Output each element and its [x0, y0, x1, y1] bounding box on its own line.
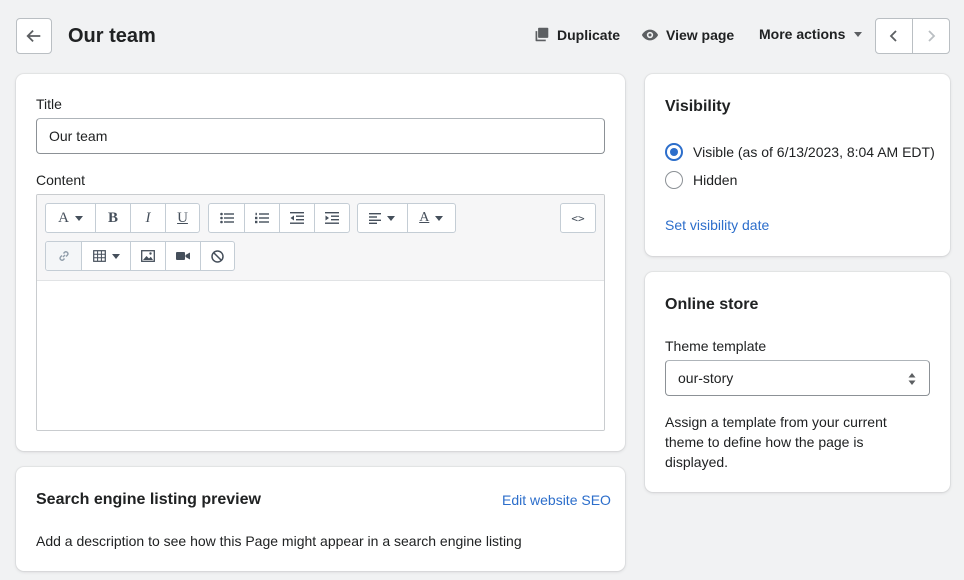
page-header: Our team Duplicate View page More action…: [0, 0, 964, 74]
video-icon: [176, 252, 190, 260]
outdent-button[interactable]: [279, 204, 314, 232]
editor-toolbar: A B I U A <>: [37, 195, 604, 281]
visibility-heading: Visibility: [665, 98, 731, 115]
theme-template-help: Assign a template from your current them…: [665, 414, 887, 470]
source-group: <>: [560, 203, 596, 233]
indent-icon: [325, 212, 339, 224]
title-label: Title: [36, 96, 62, 112]
hidden-radio[interactable]: [665, 171, 683, 189]
text-color-button[interactable]: A: [406, 204, 456, 232]
online-store-card: Online store Theme template our-story As…: [645, 272, 950, 492]
eye-icon: [641, 29, 659, 41]
page-content-card: Title Our team Content A B I U A <>: [16, 74, 625, 451]
rich-text-editor: A B I U A <>: [36, 194, 605, 431]
bold-glyph: B: [107, 209, 118, 226]
clear-formatting-button[interactable]: [200, 242, 234, 270]
caret-down-icon: [74, 215, 83, 221]
view-page-label: View page: [666, 27, 735, 43]
list-group: [208, 203, 350, 233]
outdent-icon: [290, 212, 304, 224]
video-button[interactable]: [165, 242, 200, 270]
table-button[interactable]: [81, 242, 130, 270]
seo-heading: Search engine listing preview: [36, 491, 261, 508]
html-source-button[interactable]: <>: [561, 204, 595, 232]
caret-down-icon: [111, 253, 120, 259]
table-icon: [92, 250, 106, 262]
duplicate-label: Duplicate: [557, 26, 621, 43]
align-button[interactable]: [358, 204, 407, 232]
numbered-list-icon: [255, 212, 269, 224]
seo-description: Add a description to see how this Page m…: [36, 533, 522, 549]
align-left-icon: [369, 213, 382, 224]
previous-page-button[interactable]: [876, 19, 912, 53]
next-page-button[interactable]: [912, 19, 949, 53]
more-actions-button[interactable]: More actions: [759, 26, 863, 42]
page-pagination: [875, 18, 950, 54]
text-style-group: A B I U: [45, 203, 200, 233]
chevron-left-icon: [889, 30, 897, 42]
italic-button[interactable]: I: [130, 204, 165, 232]
chevron-right-icon: [928, 30, 936, 42]
theme-template-value: our-story: [678, 370, 734, 386]
edit-seo-link[interactable]: Edit website SEO: [502, 492, 611, 508]
link-icon: [58, 251, 69, 261]
select-arrows-icon: [908, 373, 916, 385]
theme-template-label: Theme template: [665, 338, 767, 354]
image-button[interactable]: [130, 242, 165, 270]
caret-down-icon: [387, 215, 396, 221]
view-page-button[interactable]: View page: [641, 26, 734, 44]
caret-down-icon: [435, 215, 444, 221]
seo-card: Search engine listing preview Edit websi…: [16, 467, 625, 571]
page-title: Our team: [68, 25, 156, 47]
alignment-color-group: A: [357, 203, 456, 233]
visible-option[interactable]: Visible (as of 6/13/2023, 8:04 AM EDT): [665, 143, 935, 161]
editor-content-area[interactable]: [37, 281, 604, 430]
visible-option-label: Visible (as of 6/13/2023, 8:04 AM EDT): [693, 144, 935, 160]
content-label: Content: [36, 172, 86, 188]
bold-button[interactable]: B: [95, 204, 130, 232]
back-button[interactable]: [16, 18, 52, 54]
underline-glyph: U: [177, 209, 188, 226]
duplicate-icon: [535, 27, 549, 42]
image-icon: [141, 250, 155, 262]
set-visibility-date-link[interactable]: Set visibility date: [665, 217, 769, 233]
visible-radio[interactable]: [665, 143, 683, 161]
source-glyph: <>: [571, 211, 585, 225]
indent-button[interactable]: [314, 204, 349, 232]
hidden-option-label: Hidden: [693, 172, 738, 188]
online-store-heading: Online store: [665, 296, 759, 313]
link-button[interactable]: [46, 242, 81, 270]
arrow-left-icon: [26, 29, 41, 43]
theme-template-select[interactable]: our-story: [665, 360, 930, 396]
hidden-option[interactable]: Hidden: [665, 171, 737, 189]
caret-down-icon: [854, 32, 863, 37]
title-input[interactable]: Our team: [36, 118, 605, 154]
font-glyph: A: [58, 209, 69, 226]
more-actions-label: More actions: [759, 26, 846, 42]
underline-button[interactable]: U: [165, 204, 199, 232]
italic-glyph: I: [145, 209, 151, 226]
font-button[interactable]: A: [46, 204, 95, 232]
bullet-list-button[interactable]: [209, 204, 244, 232]
block-icon: [211, 249, 224, 263]
numbered-list-button[interactable]: [244, 204, 279, 232]
visibility-card: Visibility Visible (as of 6/13/2023, 8:0…: [645, 74, 950, 256]
bullet-list-icon: [219, 212, 234, 224]
insert-group: [45, 241, 235, 271]
duplicate-button[interactable]: Duplicate: [533, 26, 620, 43]
text-color-glyph: A: [419, 210, 430, 225]
